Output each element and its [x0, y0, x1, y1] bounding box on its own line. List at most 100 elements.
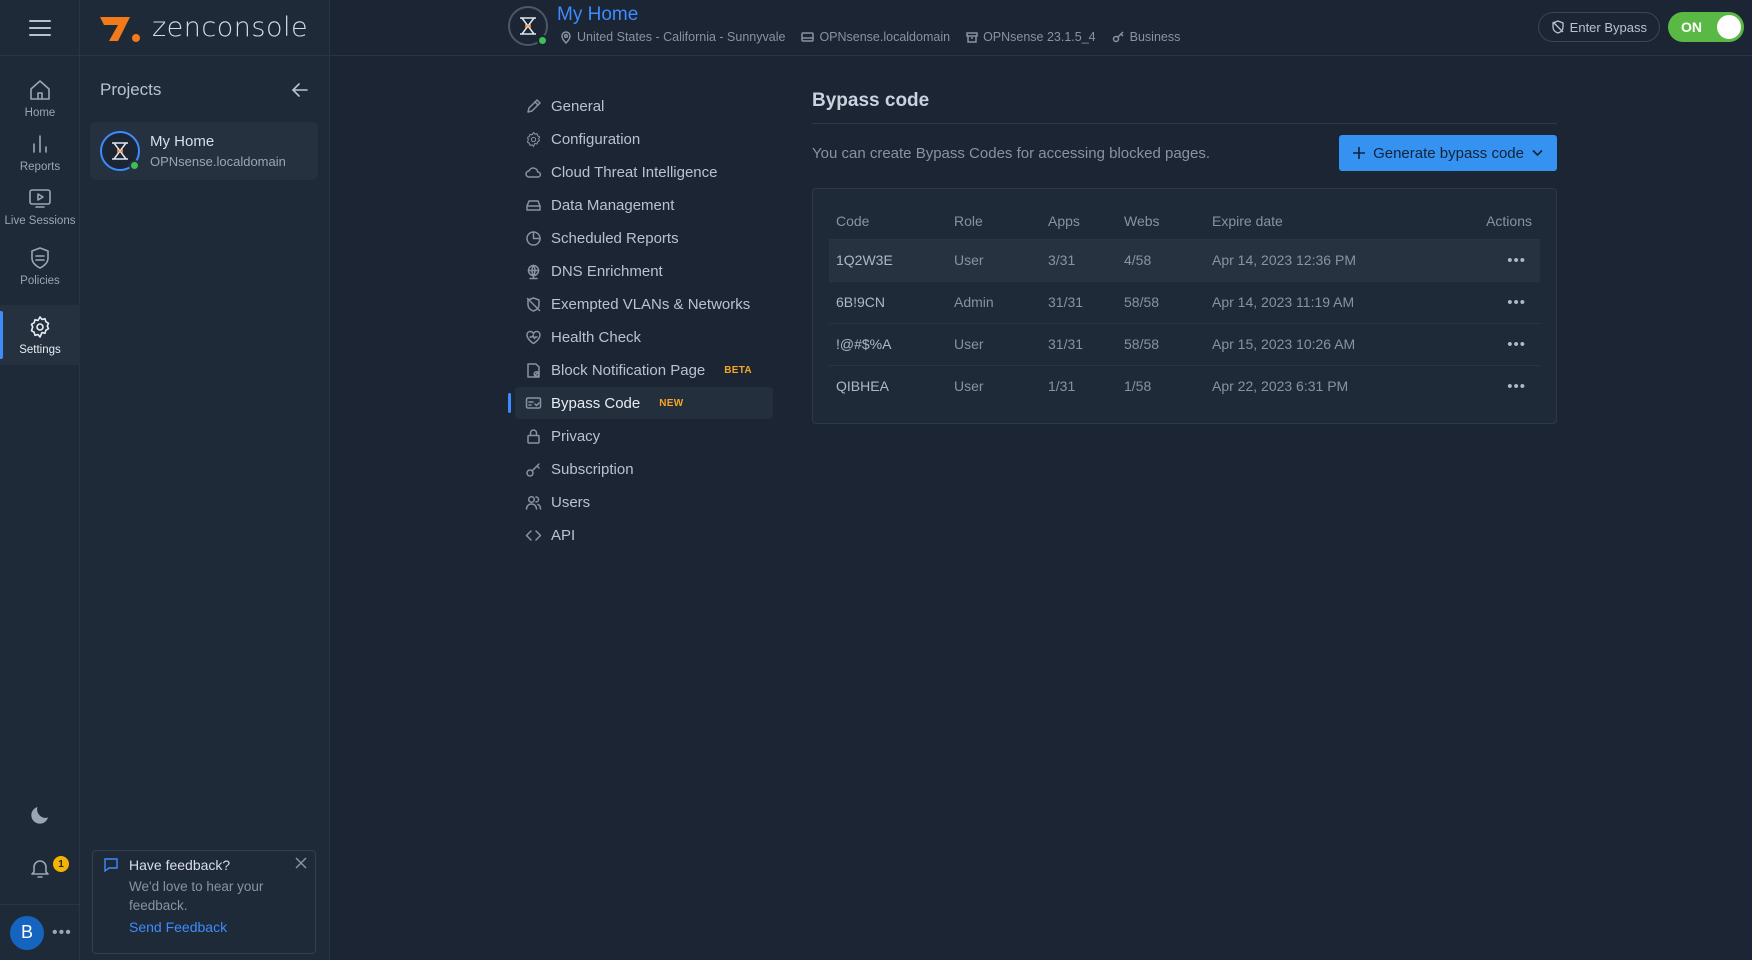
new-tag: NEW [659, 397, 684, 409]
cell-role: User [947, 364, 1041, 407]
cell-expire-date: Apr 15, 2023 10:26 AM [1205, 322, 1444, 365]
table-row[interactable]: !@#$%A User 31/31 58/58 Apr 15, 2023 10:… [829, 322, 1540, 365]
enter-bypass-button[interactable]: Enter Bypass [1537, 12, 1660, 42]
rail-item-policies[interactable]: Policies [0, 236, 80, 296]
table-row[interactable]: QIBHEA User 1/31 1/58 Apr 22, 2023 6:31 … [829, 364, 1540, 407]
generate-bypass-code-label: Generate bypass code [1373, 144, 1524, 162]
row-actions-icon[interactable]: ••• [1443, 364, 1540, 407]
column-header-apps[interactable]: Apps [1041, 203, 1117, 239]
cell-code: 6B!9CN [829, 280, 947, 323]
settings-nav-api[interactable]: API [515, 519, 773, 551]
top-bar: My Home United States - California - Sun… [330, 0, 1752, 56]
rail-item-reports[interactable]: Reports [0, 122, 80, 182]
globe-icon [527, 264, 540, 279]
settings-nav-privacy[interactable]: Privacy [515, 420, 773, 452]
nav-label: Data Management [551, 196, 675, 214]
home-icon [30, 79, 50, 100]
user-menu[interactable]: B ••• [0, 904, 80, 960]
cell-webs: 1/58 [1117, 364, 1205, 407]
device-meta: United States - California - Sunnyvale O… [560, 30, 1180, 44]
column-header-expire-date[interactable]: Expire date [1205, 203, 1444, 239]
row-actions-icon[interactable]: ••• [1443, 238, 1540, 281]
device-location: United States - California - Sunnyvale [560, 30, 785, 44]
logo[interactable]: zenconsole [80, 0, 330, 56]
feedback-card: Have feedback? We'd love to hear your fe… [92, 850, 316, 954]
cell-expire-date: Apr 22, 2023 6:31 PM [1205, 364, 1444, 407]
section-title: Bypass code [812, 88, 1557, 124]
feedback-title: Have feedback? [129, 857, 231, 873]
drive-icon [801, 32, 815, 42]
settings-nav-subscription[interactable]: Subscription [515, 453, 773, 485]
settings-nav-scheduled-reports[interactable]: Scheduled Reports [515, 222, 773, 254]
rail-item-live-sessions[interactable]: Live Sessions [0, 176, 80, 236]
rail-item-settings[interactable]: Settings [0, 305, 80, 365]
left-rail: Home Reports Live Sessions Policies Sett… [0, 0, 80, 960]
cell-code: QIBHEA [829, 364, 947, 407]
notification-badge: 1 [53, 856, 69, 872]
settings-nav-users[interactable]: Users [515, 486, 773, 518]
cell-expire-date: Apr 14, 2023 12:36 PM [1205, 238, 1444, 281]
nav-label: General [551, 97, 605, 115]
protection-toggle[interactable]: ON [1668, 12, 1744, 42]
nav-label: Privacy [551, 427, 601, 445]
bell-icon [31, 860, 49, 878]
rail-item-label: Home [24, 106, 56, 119]
generate-bypass-code-button[interactable]: Generate bypass code [1339, 135, 1557, 171]
settings-nav-dns-enrichment[interactable]: DNS Enrichment [515, 255, 773, 287]
notifications-button[interactable]: 1 [0, 856, 80, 880]
hamburger-menu-button[interactable] [0, 0, 80, 56]
table-row[interactable]: 6B!9CN Admin 31/31 58/58 Apr 14, 2023 11… [829, 280, 1540, 323]
section-description: You can create Bypass Codes for accessin… [812, 144, 1211, 162]
shield-icon [31, 246, 49, 269]
theme-toggle-button[interactable] [0, 803, 80, 827]
nav-label: Users [551, 493, 591, 511]
settings-nav-health-check[interactable]: Health Check [515, 321, 773, 353]
bypass-code-section: Bypass code You can create Bypass Codes … [812, 88, 1557, 424]
rail-item-label: Policies [20, 274, 60, 287]
settings-nav-data-management[interactable]: Data Management [515, 189, 773, 221]
settings-nav-block-notification-page[interactable]: Block Notification Page BETA [515, 354, 773, 386]
cell-apps: 31/31 [1041, 322, 1117, 365]
settings-nav-general[interactable]: General [515, 90, 773, 122]
settings-nav-cloud-threat-intelligence[interactable]: Cloud Threat Intelligence [515, 156, 773, 188]
column-header-code[interactable]: Code [829, 203, 947, 239]
more-options-icon[interactable]: ••• [52, 924, 72, 942]
drive-icon [526, 199, 541, 211]
project-host: OPNsense.localdomain [150, 154, 286, 169]
rail-item-label: Reports [19, 160, 61, 173]
gear-icon [30, 315, 50, 338]
nav-label: Scheduled Reports [551, 229, 679, 247]
settings-nav-bypass-code[interactable]: Bypass Code NEW [508, 387, 773, 419]
shield-off-icon [526, 296, 541, 312]
nav-label: Exempted VLANs & Networks [551, 295, 751, 313]
project-card[interactable]: My Home OPNsense.localdomain [90, 122, 318, 180]
projects-panel: zenconsole Projects My Home OPNsense.loc… [80, 0, 330, 960]
key-icon [1112, 31, 1124, 43]
settings-nav-exempted-vlans-networks[interactable]: Exempted VLANs & Networks [515, 288, 773, 320]
cell-apps: 3/31 [1041, 238, 1117, 281]
hamburger-icon [29, 19, 51, 36]
play-icon [29, 188, 51, 208]
rail-item-home[interactable]: Home [0, 68, 80, 128]
send-feedback-link[interactable]: Send Feedback [129, 919, 305, 935]
table-row[interactable]: 1Q2W3E User 3/31 4/58 Apr 14, 2023 12:36… [829, 238, 1540, 281]
nav-label: Subscription [551, 460, 634, 478]
column-header-webs[interactable]: Webs [1117, 203, 1205, 239]
pie-chart-icon [526, 230, 541, 246]
settings-nav-configuration[interactable]: Configuration [515, 123, 773, 155]
enter-bypass-label: Enter Bypass [1569, 19, 1647, 35]
avatar[interactable]: B [10, 915, 44, 950]
heart-icon [526, 330, 541, 344]
arrow-left-icon[interactable] [291, 81, 309, 99]
column-header-role[interactable]: Role [947, 203, 1041, 239]
row-actions-icon[interactable]: ••• [1443, 280, 1540, 323]
chat-icon [104, 858, 118, 873]
row-actions-icon[interactable]: ••• [1443, 322, 1540, 365]
rail-item-label: Settings [19, 343, 61, 356]
zenconsole-logo-icon [100, 16, 140, 42]
close-icon[interactable] [295, 857, 307, 869]
bar-chart-icon [33, 134, 47, 153]
pencil-icon [527, 98, 541, 113]
nav-label: Block Notification Page [551, 361, 706, 379]
table-header-row: Code Role Apps Webs Expire date Actions [829, 203, 1540, 239]
